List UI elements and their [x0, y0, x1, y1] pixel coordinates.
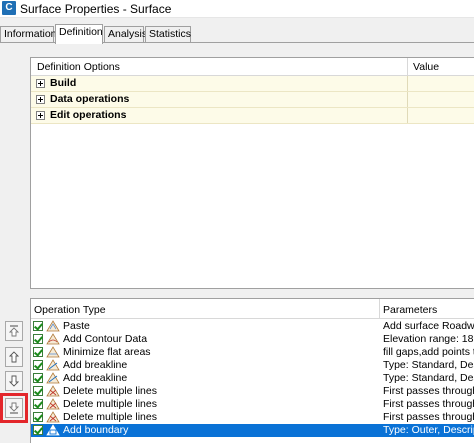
operation-name: Add breakline [63, 372, 128, 384]
def-row-value[interactable] [407, 76, 474, 91]
def-row-edit-operations[interactable]: Edit operations [31, 108, 474, 124]
column-separator[interactable] [379, 299, 380, 319]
operation-row[interactable]: Delete multiple lines First passes throu… [31, 411, 474, 424]
window-title: Surface Properties - Surface [20, 2, 172, 16]
column-value[interactable]: Value [413, 61, 439, 73]
delete-lines-operation-icon [46, 411, 60, 423]
def-row-label: Build [50, 77, 77, 89]
column-separator[interactable] [407, 58, 408, 76]
def-row-label: Data operations [50, 93, 130, 105]
move-to-top-button[interactable] [5, 321, 23, 341]
tab-definition[interactable]: Definition [55, 24, 103, 44]
breakline-operation-icon [46, 359, 60, 371]
operation-params: Add surface Roadway F [383, 320, 474, 332]
operation-name: Delete multiple lines [63, 398, 157, 410]
app-icon: C [2, 1, 16, 15]
checkbox[interactable] [33, 347, 43, 357]
operation-params: First passes through (4 [383, 411, 474, 423]
operation-row[interactable]: Add breakline Type: Standard, Descr [31, 372, 474, 385]
move-down-icon [9, 375, 19, 387]
operation-row[interactable]: Delete multiple lines First passes throu… [31, 385, 474, 398]
operation-name: Add breakline [63, 359, 128, 371]
operation-name: Delete multiple lines [63, 385, 157, 397]
column-parameters[interactable]: Parameters [383, 304, 437, 316]
move-to-top-icon [9, 325, 19, 337]
operation-params: Type: Outer, Descriptio [383, 424, 474, 436]
boundary-operation-icon [46, 424, 60, 436]
checkbox[interactable] [33, 360, 43, 370]
checkbox[interactable] [33, 373, 43, 383]
checkbox[interactable] [33, 386, 43, 396]
definition-grid-header: Definition Options Value [31, 58, 474, 76]
checkbox[interactable] [33, 425, 43, 435]
tab-statistics[interactable]: Statistics [145, 26, 191, 43]
title-bar: C Surface Properties - Surface [0, 0, 474, 18]
operation-row[interactable]: Paste Add surface Roadway F [31, 320, 474, 333]
paste-operation-icon [46, 320, 60, 332]
contour-operation-icon [46, 333, 60, 345]
tab-information[interactable]: Information [0, 26, 57, 43]
expand-icon[interactable] [36, 79, 45, 88]
operation-name: Add boundary [63, 424, 129, 436]
breakline-operation-icon [46, 372, 60, 384]
operations-list: Operation Type Parameters Paste Add surf… [30, 298, 474, 443]
move-up-icon [9, 351, 19, 363]
operation-params: Type: Standard, Descr [383, 372, 474, 384]
highlight-box [0, 393, 28, 423]
tab-bar: Information Definition Analysis Statisti… [0, 24, 474, 44]
operation-params: fill gaps,add points to fl [383, 346, 474, 358]
expand-icon[interactable] [36, 111, 45, 120]
operation-params: Type: Standard, Descr [383, 359, 474, 371]
operation-params: Elevation range: 18.000 [383, 333, 474, 345]
checkbox[interactable] [33, 321, 43, 331]
tab-analysis[interactable]: Analysis [104, 26, 147, 43]
flat-areas-operation-icon [46, 346, 60, 358]
operation-row[interactable]: Add Contour Data Elevation range: 18.000 [31, 333, 474, 346]
checkbox[interactable] [33, 334, 43, 344]
def-row-value[interactable] [407, 92, 474, 107]
operation-name: Delete multiple lines [63, 411, 157, 423]
delete-lines-operation-icon [46, 385, 60, 397]
column-definition-options[interactable]: Definition Options [37, 61, 120, 73]
move-down-button[interactable] [5, 371, 23, 391]
delete-lines-operation-icon [46, 398, 60, 410]
operation-row[interactable]: Add breakline Type: Standard, Descr [31, 359, 474, 372]
operation-name: Add Contour Data [63, 333, 148, 345]
expand-icon[interactable] [36, 95, 45, 104]
move-up-button[interactable] [5, 347, 23, 367]
def-row-data-operations[interactable]: Data operations [31, 92, 474, 108]
operation-name: Paste [63, 320, 90, 332]
operation-params: First passes through (4 [383, 398, 474, 410]
operation-name: Minimize flat areas [63, 346, 151, 358]
checkbox[interactable] [33, 412, 43, 422]
operation-params: First passes through (4 [383, 385, 474, 397]
definition-options-grid: Definition Options Value Build Data oper… [30, 57, 474, 289]
operations-header: Operation Type Parameters [31, 299, 474, 319]
def-row-label: Edit operations [50, 109, 127, 121]
def-row-build[interactable]: Build [31, 76, 474, 92]
checkbox[interactable] [33, 399, 43, 409]
operation-row-selected[interactable]: Add boundary Type: Outer, Descriptio [31, 424, 474, 437]
column-operation-type[interactable]: Operation Type [34, 304, 106, 316]
def-row-value[interactable] [407, 108, 474, 123]
operation-row[interactable]: Minimize flat areas fill gaps,add points… [31, 346, 474, 359]
operation-row[interactable]: Delete multiple lines First passes throu… [31, 398, 474, 411]
